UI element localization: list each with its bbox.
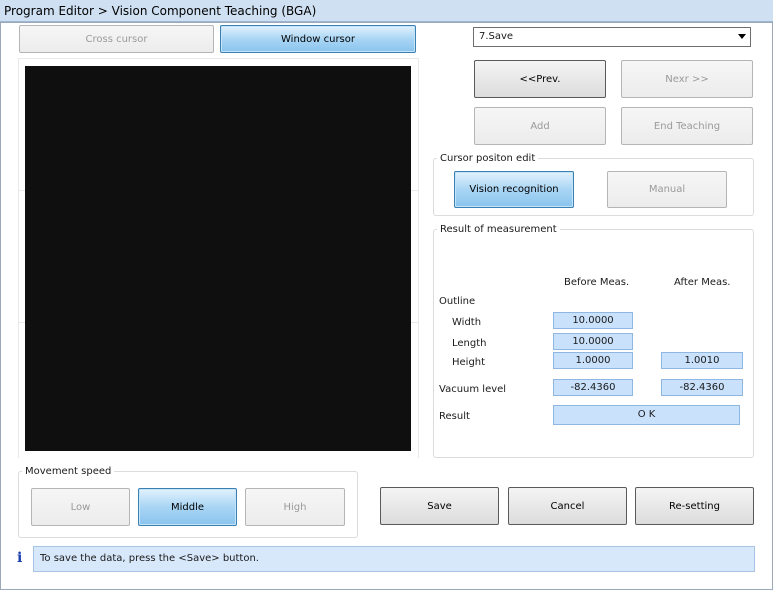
next-button[interactable]: Nexr >> (621, 60, 753, 98)
height-before-value: 1.0000 (553, 352, 633, 369)
chevron-down-icon (738, 34, 746, 39)
width-before-value: 10.0000 (553, 312, 633, 329)
grid-line (18, 58, 19, 458)
height-label: Height (452, 357, 486, 368)
add-button[interactable]: Add (474, 107, 606, 145)
window-title: Program Editor > Vision Component Teachi… (0, 0, 773, 22)
speed-low-button[interactable]: Low (31, 488, 130, 526)
cross-cursor-button[interactable]: Cross cursor (19, 25, 214, 53)
measurement-legend: Result of measurement (437, 224, 560, 235)
outline-label: Outline (439, 296, 476, 307)
manual-button[interactable]: Manual (607, 171, 727, 208)
save-button[interactable]: Save (380, 487, 499, 525)
cancel-button[interactable]: Cancel (508, 487, 627, 525)
before-meas-header: Before Meas. (564, 277, 630, 288)
grid-line (18, 58, 418, 59)
width-label: Width (452, 317, 482, 328)
resetting-button[interactable]: Re-setting (635, 487, 754, 525)
prev-button[interactable]: <<Prev. (474, 60, 606, 98)
status-message: To save the data, press the <Save> butto… (33, 546, 755, 572)
after-meas-header: After Meas. (674, 277, 731, 288)
movement-speed-legend: Movement speed (22, 466, 115, 477)
vacuum-before-value: -82.4360 (553, 379, 633, 396)
step-select-value: 7.Save (479, 31, 514, 42)
grid-line (418, 58, 419, 458)
length-before-value: 10.0000 (553, 333, 633, 350)
speed-high-button[interactable]: High (245, 488, 345, 526)
window-cursor-button[interactable]: Window cursor (220, 25, 416, 53)
vision-recognition-button[interactable]: Vision recognition (454, 171, 574, 208)
step-select[interactable]: 7.Save (473, 27, 751, 47)
vacuum-level-label: Vacuum level (439, 384, 507, 395)
result-label: Result (439, 411, 470, 422)
cursor-position-edit-legend: Cursor positon edit (437, 153, 539, 164)
vacuum-after-value: -82.4360 (661, 379, 743, 396)
camera-image-view[interactable] (25, 66, 411, 451)
end-teaching-button[interactable]: End Teaching (621, 107, 753, 145)
height-after-value: 1.0010 (661, 352, 743, 369)
info-icon: i (17, 550, 23, 566)
length-label: Length (452, 338, 487, 349)
speed-middle-button[interactable]: Middle (138, 488, 237, 526)
result-value: O K (553, 405, 740, 425)
